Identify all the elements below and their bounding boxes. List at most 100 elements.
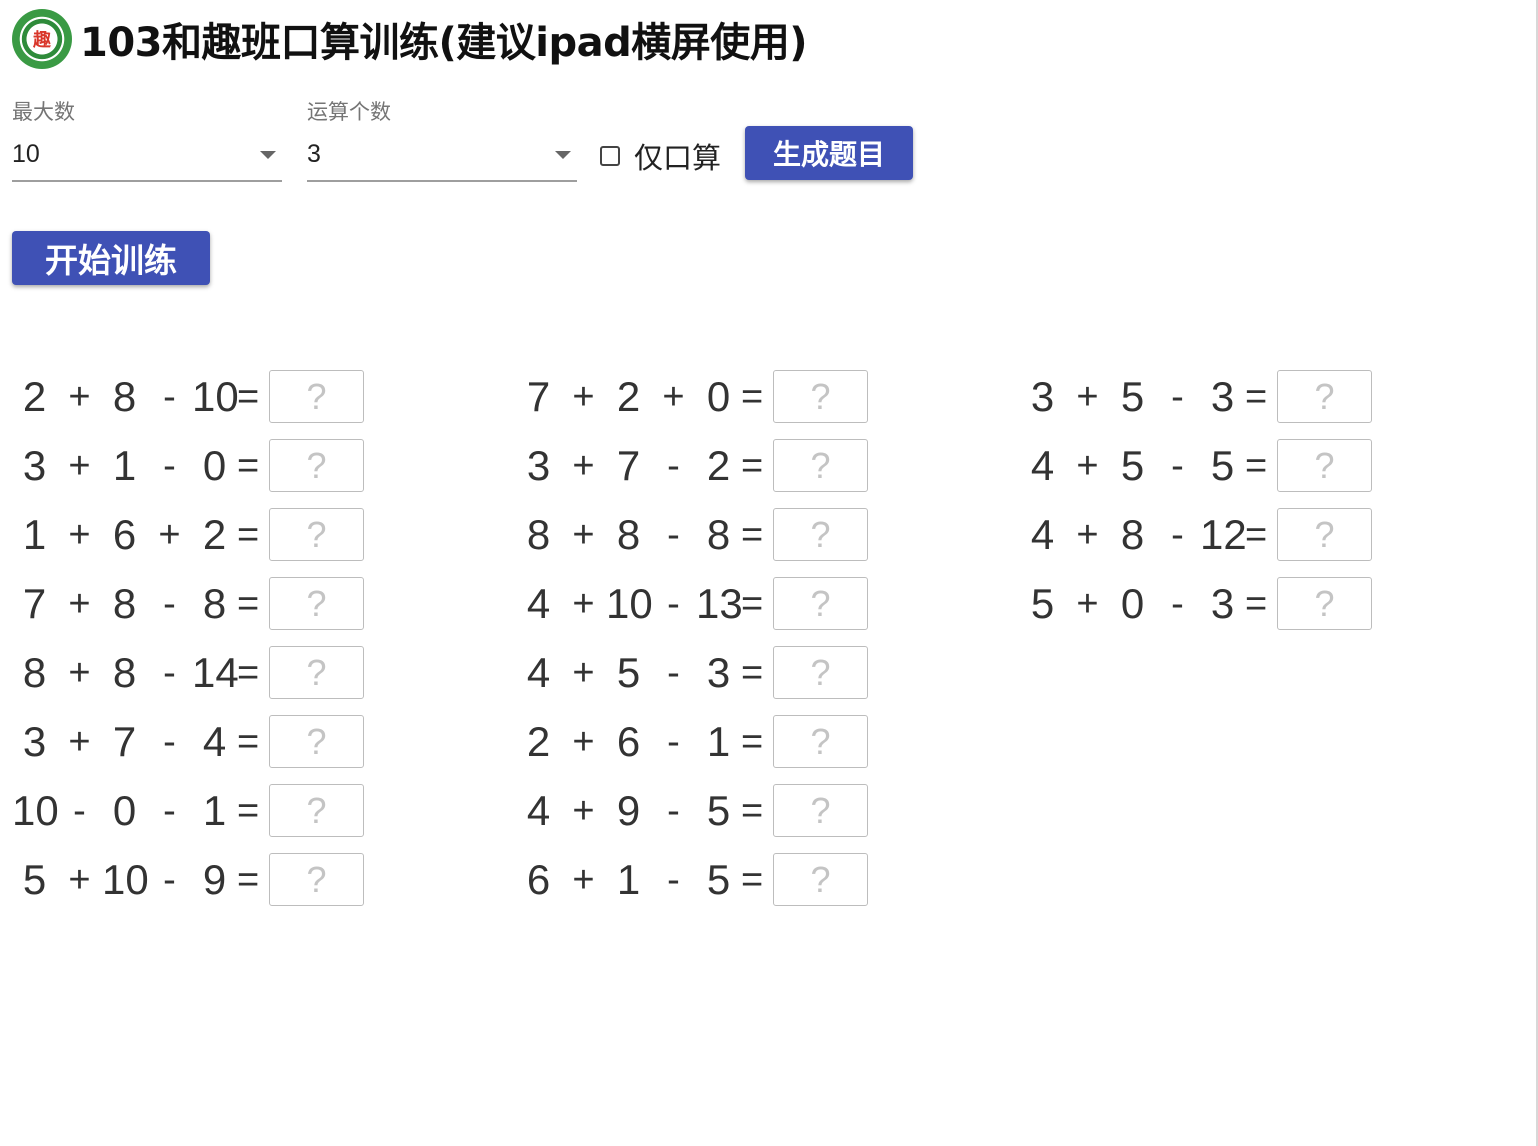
operand: 5 [1120, 441, 1145, 489]
equals-sign: = [237, 582, 260, 625]
answer-input[interactable] [1277, 577, 1372, 630]
operand: 0 [1120, 579, 1145, 627]
equals-sign: = [741, 375, 764, 418]
answer-input[interactable] [269, 715, 364, 768]
answer-input[interactable] [1277, 370, 1372, 423]
answer-input[interactable] [773, 439, 868, 492]
operand: 8 [1120, 510, 1145, 558]
page-title: 103和趣班口算训练(建议ipad横屏使用) [80, 20, 808, 66]
equals-sign: = [237, 651, 260, 694]
operand: 3 [1210, 372, 1235, 420]
answer-input[interactable] [773, 784, 868, 837]
operator: - [1171, 582, 1184, 625]
operator: + [572, 720, 595, 763]
operand: 7 [22, 579, 47, 627]
equals-sign: = [741, 513, 764, 556]
max-number-value: 10 [12, 140, 40, 168]
problem-row: 3 +1-0 = [12, 431, 364, 500]
answer-input[interactable] [773, 853, 868, 906]
operator: - [163, 789, 176, 832]
answer-input[interactable] [269, 577, 364, 630]
answer-input[interactable] [1277, 439, 1372, 492]
operator: - [667, 720, 680, 763]
operand: 9 [202, 855, 227, 903]
operator: - [667, 789, 680, 832]
operation-count-value: 3 [307, 140, 321, 168]
equation: 1 +6 +2 = [12, 509, 269, 561]
equation: 3 +1-0 = [12, 440, 269, 492]
answer-input[interactable] [269, 439, 364, 492]
operand: 9 [616, 786, 641, 834]
operator: + [572, 582, 595, 625]
operand: 1 [22, 510, 47, 558]
generate-button[interactable]: 生成题目 [745, 126, 913, 180]
operand: 8 [526, 510, 551, 558]
operator: - [667, 513, 680, 556]
mental-only-checkbox[interactable] [600, 146, 620, 166]
problem-row: 2 +6-1 = [516, 707, 868, 776]
operand: 2 [22, 372, 47, 420]
problem-column-1: 2+8-10=3+1-0=1+6+2=7+8-8=8+8-14=3+7-4=10… [12, 362, 364, 914]
operand: 2 [706, 441, 731, 489]
max-number-label: 最大数 [12, 100, 75, 124]
equals-sign: = [741, 789, 764, 832]
max-number-select[interactable]: 10 [12, 128, 282, 182]
operand: 5 [1030, 579, 1055, 627]
operator: + [572, 651, 595, 694]
operand: 0 [112, 786, 137, 834]
equals-sign: = [237, 720, 260, 763]
answer-input[interactable] [269, 370, 364, 423]
equals-sign: = [741, 444, 764, 487]
operator: + [158, 513, 181, 556]
operand: 3 [22, 717, 47, 765]
operator: - [163, 444, 176, 487]
operator: + [68, 651, 91, 694]
equals-sign: = [1245, 582, 1268, 625]
operator: - [1171, 375, 1184, 418]
mental-only-toggle[interactable]: 仅口算 [600, 136, 721, 176]
answer-input[interactable] [773, 577, 868, 630]
operator: - [163, 582, 176, 625]
equals-sign: = [237, 789, 260, 832]
equation: 4 +5-5 = [1020, 440, 1277, 492]
equals-sign: = [1245, 444, 1268, 487]
answer-input[interactable] [773, 646, 868, 699]
operator: + [68, 582, 91, 625]
problem-row: 6 +1-5 = [516, 845, 868, 914]
answer-input[interactable] [269, 508, 364, 561]
operand: 1 [706, 717, 731, 765]
equation: 2 +8-10 = [12, 371, 269, 423]
problem-row: 7 +8-8 = [12, 569, 364, 638]
operand: 10 [12, 786, 59, 834]
operand: 7 [112, 717, 137, 765]
operand: 3 [1210, 579, 1235, 627]
equation: 2 +6-1 = [516, 716, 773, 768]
page: 趣 103和趣班口算训练(建议ipad横屏使用) 最大数 10 运算个数 3 仅… [0, 0, 1538, 1146]
problem-row: 3 +5-3 = [1020, 362, 1372, 431]
problem-row: 4 +8-12 = [1020, 500, 1372, 569]
header: 趣 103和趣班口算训练(建议ipad横屏使用) [12, 8, 808, 70]
answer-input[interactable] [773, 508, 868, 561]
answer-input[interactable] [773, 370, 868, 423]
operand: 5 [1210, 441, 1235, 489]
operand: 3 [526, 441, 551, 489]
chevron-down-icon [555, 151, 571, 159]
answer-input[interactable] [269, 853, 364, 906]
operand: 10 [606, 579, 653, 627]
start-training-button[interactable]: 开始训练 [12, 231, 210, 285]
equals-sign: = [237, 513, 260, 556]
problem-row: 8 +8-8 = [516, 500, 868, 569]
equation: 7 +8-8 = [12, 578, 269, 630]
operator: - [667, 444, 680, 487]
problem-row: 4 +5-3 = [516, 638, 868, 707]
operation-count-select[interactable]: 3 [307, 128, 577, 182]
answer-input[interactable] [269, 784, 364, 837]
operand: 8 [112, 648, 137, 696]
answer-input[interactable] [773, 715, 868, 768]
answer-input[interactable] [269, 646, 364, 699]
operand: 1 [112, 441, 137, 489]
operator: + [572, 789, 595, 832]
problem-row: 10-0-1 = [12, 776, 364, 845]
logo-char: 趣 [33, 30, 51, 51]
answer-input[interactable] [1277, 508, 1372, 561]
